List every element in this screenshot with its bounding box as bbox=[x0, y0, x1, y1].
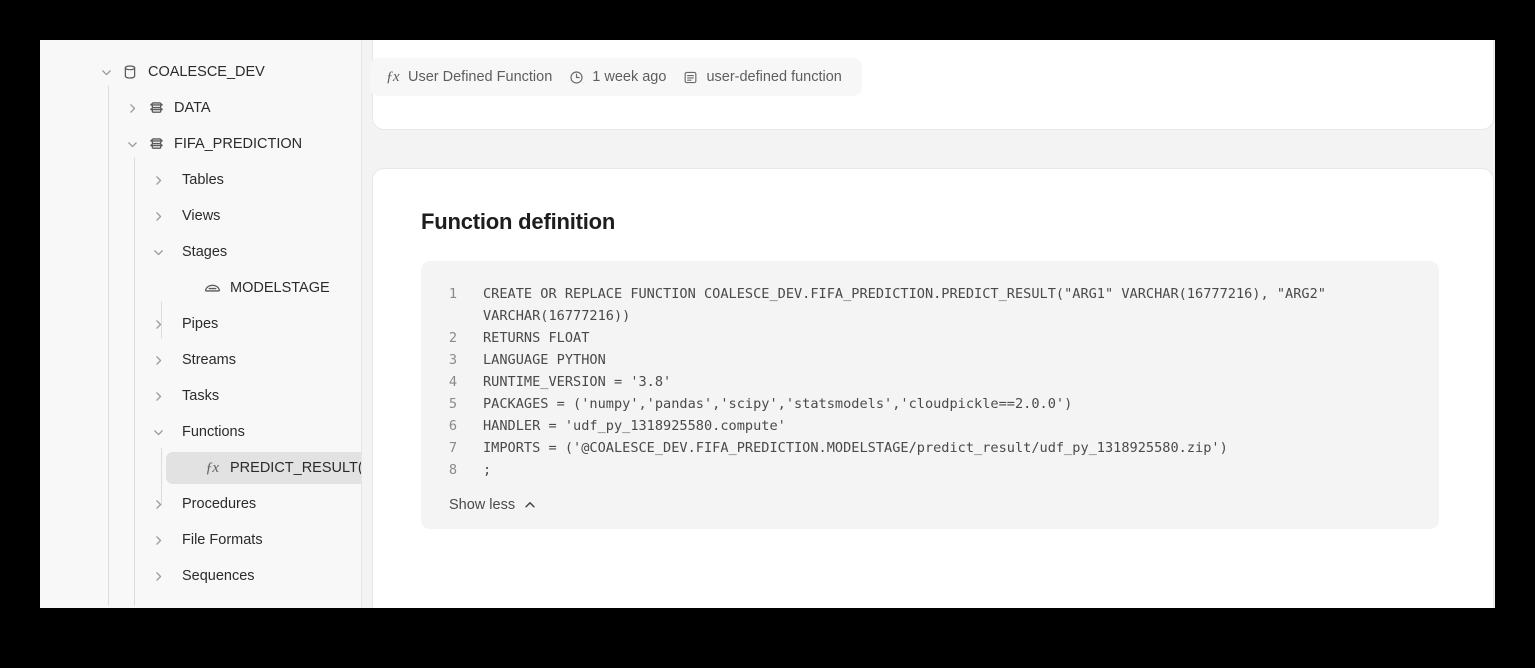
database-icon bbox=[121, 63, 139, 81]
code-line-text: IMPORTS = ('@COALESCE_DEV.FIFA_PREDICTIO… bbox=[483, 440, 1228, 456]
code-line-number: 8 bbox=[448, 462, 457, 478]
tree-item-label: PREDICT_RESULT(V... bbox=[230, 460, 361, 476]
tree-item-coalesce-dev[interactable]: COALESCE_DEV bbox=[40, 54, 361, 90]
code-line-number: 3 bbox=[448, 352, 457, 368]
metadata-label: user-defined function bbox=[706, 69, 842, 85]
metadata-label: 1 week ago bbox=[592, 69, 667, 85]
code-line-text: ; bbox=[483, 462, 492, 478]
chevron-right-icon[interactable] bbox=[124, 100, 140, 116]
tree-item-tables[interactable]: Tables bbox=[40, 162, 361, 198]
app-viewport: COALESCE_DEV DATA FIFA_PREDICTION Tables Vie… bbox=[40, 40, 1495, 608]
tree-item-label: FIFA_PREDICTION bbox=[174, 136, 303, 152]
code-line: 1 CREATE OR REPLACE FUNCTION COALESCE_DEV… bbox=[421, 283, 1439, 327]
chevron-right-icon[interactable] bbox=[150, 568, 166, 584]
chevron-right-icon[interactable] bbox=[150, 532, 166, 548]
tree-item-predict-result-v[interactable]: ƒx PREDICT_RESULT(V... bbox=[40, 450, 361, 486]
code-lines: 1 CREATE OR REPLACE FUNCTION COALESCE_DEV… bbox=[421, 283, 1439, 481]
chevron-down-icon[interactable] bbox=[150, 244, 166, 260]
tree-item-label: Procedures bbox=[182, 496, 257, 512]
chevron-right-icon[interactable] bbox=[150, 172, 166, 188]
code-line: 4 RUNTIME_VERSION = '3.8' bbox=[421, 371, 1439, 393]
tree-item-label: DATA bbox=[174, 100, 211, 116]
chevron-right-icon[interactable] bbox=[150, 496, 166, 512]
chevron-right-icon[interactable] bbox=[150, 352, 166, 368]
main-content: ƒx User Defined Function 1 week ago user-de… bbox=[362, 40, 1495, 608]
tree-item-label: Sequences bbox=[182, 568, 255, 584]
tree-item-data[interactable]: DATA bbox=[40, 90, 361, 126]
code-line-text: PACKAGES = ('numpy','pandas','scipy','st… bbox=[483, 396, 1073, 412]
tree-item-streams[interactable]: Streams bbox=[40, 342, 361, 378]
metadata-item: user-defined function bbox=[682, 69, 847, 86]
tree-item-label: File Formats bbox=[182, 532, 263, 548]
code-line-text: RETURNS FLOAT bbox=[483, 330, 590, 346]
code-line: 5 PACKAGES = ('numpy','pandas','scipy','s… bbox=[421, 393, 1439, 415]
tree-item-fifa-prediction[interactable]: FIFA_PREDICTION bbox=[40, 126, 361, 162]
tree-item-label: Pipes bbox=[182, 316, 219, 332]
chevron-right-icon[interactable] bbox=[150, 388, 166, 404]
code-line: 6 HANDLER = 'udf_py_1318925580.compute' bbox=[421, 415, 1439, 437]
object-explorer-sidebar: COALESCE_DEV DATA FIFA_PREDICTION Tables Vie… bbox=[40, 40, 362, 608]
schema-icon bbox=[147, 135, 165, 153]
chevron-up-icon bbox=[523, 498, 537, 512]
tree-item-pipes[interactable]: Pipes bbox=[40, 306, 361, 342]
tree-item-functions[interactable]: Functions bbox=[40, 414, 361, 450]
object-tree: COALESCE_DEV DATA FIFA_PREDICTION Tables Vie… bbox=[40, 54, 361, 594]
tree-item-stages[interactable]: Stages bbox=[40, 234, 361, 270]
tree-item-views[interactable]: Views bbox=[40, 198, 361, 234]
code-line: 3 LANGUAGE PYTHON bbox=[421, 349, 1439, 371]
function-definition-card: Function definition 1 CREATE OR REPLACE F… bbox=[372, 168, 1494, 608]
chevron-right-icon[interactable] bbox=[150, 208, 166, 224]
code-block[interactable]: 1 CREATE OR REPLACE FUNCTION COALESCE_DEV… bbox=[421, 261, 1439, 529]
tree-item-label: Views bbox=[182, 208, 221, 224]
tree-item-file-formats[interactable]: File Formats bbox=[40, 522, 361, 558]
code-line-number: 1 bbox=[448, 286, 457, 302]
clock-icon bbox=[568, 69, 585, 86]
tree-item-modelstage[interactable]: MODELSTAGE bbox=[40, 270, 361, 306]
code-line-number: 4 bbox=[448, 374, 457, 390]
tree-item-label: MODELSTAGE bbox=[230, 280, 330, 296]
metadata-item: ƒx User Defined Function bbox=[384, 69, 558, 86]
code-line-text: LANGUAGE PYTHON bbox=[483, 352, 606, 368]
code-line: 7 IMPORTS = ('@COALESCE_DEV.FIFA_PREDICTI… bbox=[421, 437, 1439, 459]
schema-icon bbox=[147, 99, 165, 117]
code-line: 2 RETURNS FLOAT bbox=[421, 327, 1439, 349]
code-line-number: 2 bbox=[448, 330, 457, 346]
metadata-item: 1 week ago bbox=[568, 69, 672, 86]
document-icon bbox=[682, 69, 699, 86]
code-line-number: 7 bbox=[448, 440, 457, 456]
show-less-label: Show less bbox=[449, 497, 516, 513]
tree-item-label: Stages bbox=[182, 244, 228, 260]
code-line-text: HANDLER = 'udf_py_1318925580.compute' bbox=[483, 418, 786, 434]
tree-item-sequences[interactable]: Sequences bbox=[40, 558, 361, 594]
tree-guide-level-2 bbox=[134, 158, 135, 606]
chevron-right-icon[interactable] bbox=[150, 316, 166, 332]
chevron-down-icon[interactable] bbox=[98, 64, 114, 80]
tree-item-label: Tasks bbox=[182, 388, 220, 404]
code-line: 8; bbox=[421, 459, 1439, 481]
tree-item-tasks[interactable]: Tasks bbox=[40, 378, 361, 414]
chevron-down-icon[interactable] bbox=[150, 424, 166, 440]
page-title: Function definition bbox=[421, 209, 616, 234]
show-less-button[interactable]: Show less bbox=[447, 491, 539, 529]
code-line-text: RUNTIME_VERSION = '3.8' bbox=[483, 374, 672, 390]
code-line-number: 5 bbox=[448, 396, 457, 412]
tree-guide-level-1 bbox=[108, 86, 109, 606]
chevron-down-icon[interactable] bbox=[124, 136, 140, 152]
stage-icon bbox=[203, 279, 221, 297]
metadata-label: User Defined Function bbox=[408, 69, 553, 85]
function-icon: ƒx bbox=[385, 68, 400, 85]
tree-item-label: Streams bbox=[182, 352, 236, 368]
function-icon: ƒx bbox=[205, 459, 219, 476]
tree-item-procedures[interactable]: Procedures bbox=[40, 486, 361, 522]
code-line-text: CREATE OR REPLACE FUNCTION COALESCE_DEV.… bbox=[483, 286, 1335, 324]
metadata-bar: ƒx User Defined Function 1 week ago user-de… bbox=[370, 58, 862, 96]
tree-item-label: Functions bbox=[182, 424, 245, 440]
tree-item-label: COALESCE_DEV bbox=[148, 64, 265, 80]
tree-item-label: Tables bbox=[182, 172, 224, 188]
code-line-number: 6 bbox=[448, 418, 457, 434]
